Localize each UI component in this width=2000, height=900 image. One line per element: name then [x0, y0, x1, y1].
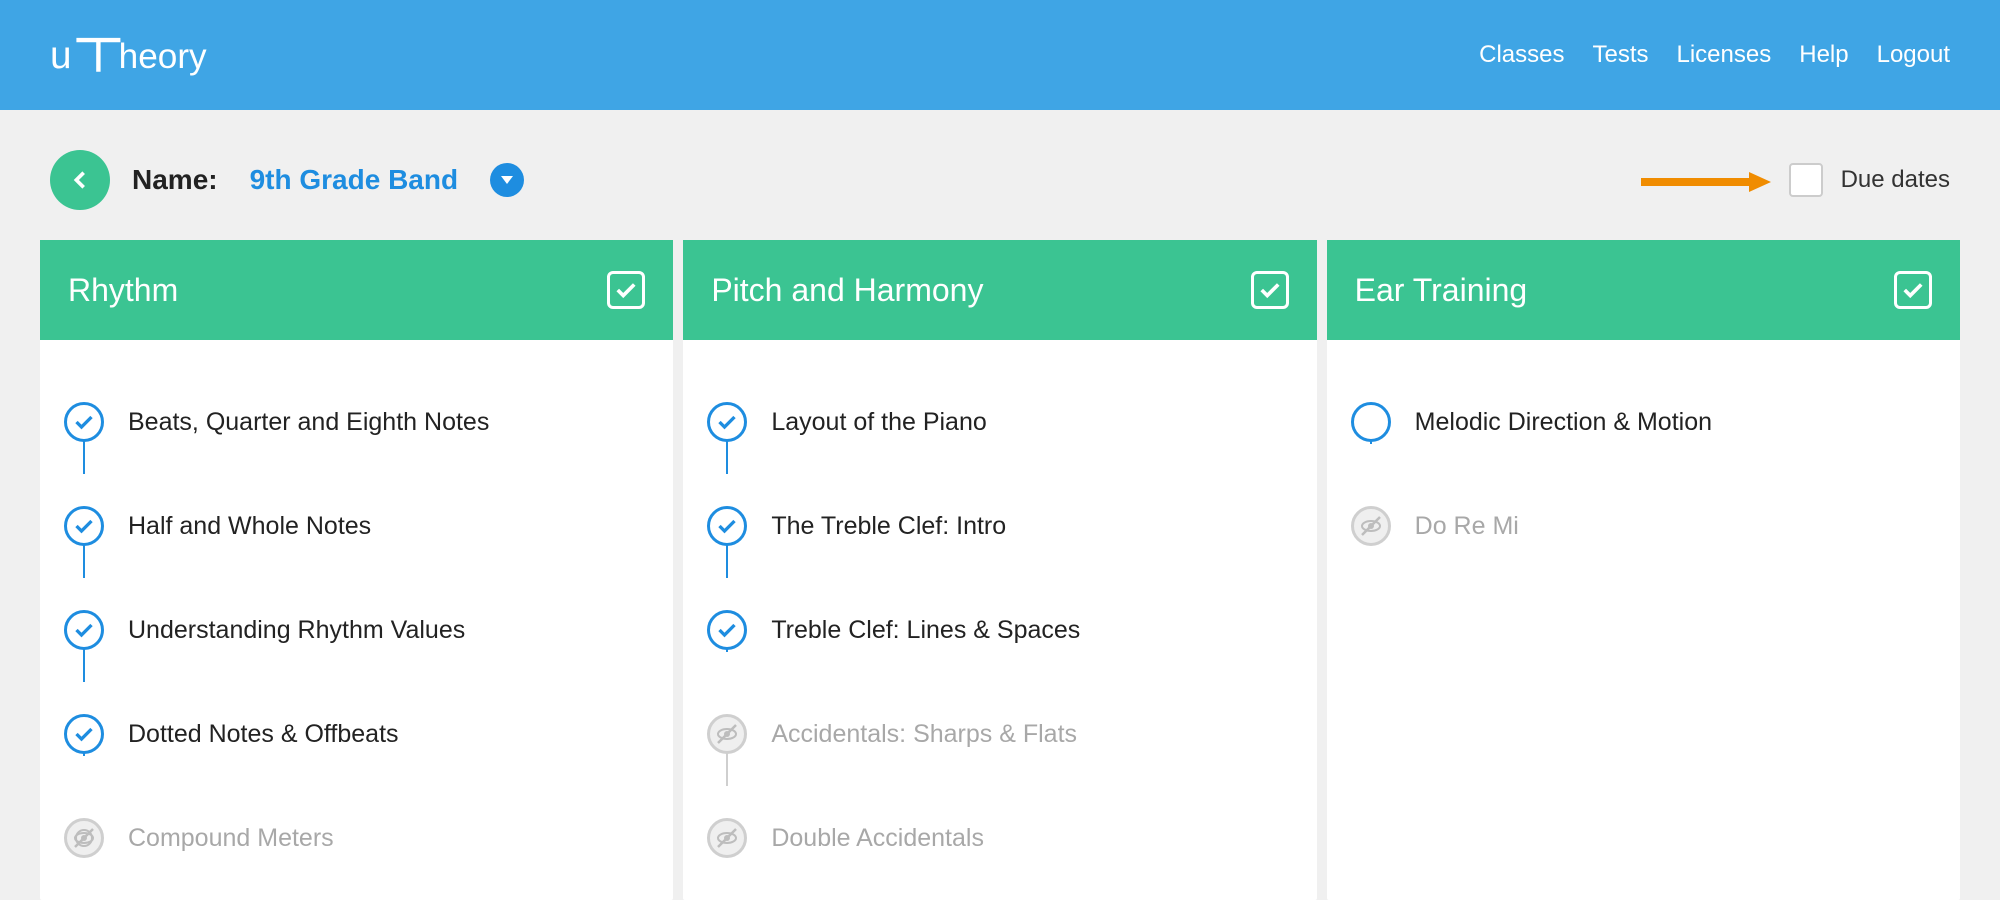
- svg-text:u: u: [50, 34, 72, 77]
- column-header: Pitch and Harmony: [683, 240, 1316, 340]
- column-body: Layout of the Piano The Treble Clef: Int…: [683, 340, 1316, 900]
- nav-classes[interactable]: Classes: [1479, 41, 1564, 69]
- column-check-toggle[interactable]: [607, 271, 645, 309]
- due-dates-checkbox[interactable]: [1789, 163, 1823, 197]
- column-header: Ear Training: [1327, 240, 1960, 340]
- chevron-left-icon: [69, 169, 91, 191]
- status-hidden-icon: [64, 818, 104, 858]
- nav-licenses[interactable]: Licenses: [1677, 41, 1772, 69]
- column-title: Pitch and Harmony: [711, 272, 983, 309]
- subheader-right: Due dates: [1641, 163, 1950, 197]
- check-icon: [615, 281, 637, 299]
- arrow-annotation: [1641, 170, 1771, 190]
- subheader: Name: 9th Grade Band Due dates: [0, 110, 2000, 240]
- lesson-item[interactable]: Half and Whole Notes: [64, 474, 649, 578]
- column-title: Ear Training: [1355, 272, 1528, 309]
- column-check-toggle[interactable]: [1251, 271, 1289, 309]
- status-hidden-icon: [1351, 506, 1391, 546]
- status-checked-icon: [64, 714, 104, 754]
- lesson-label: Compound Meters: [128, 824, 334, 853]
- column-ear-training: Ear Training Melodic Direction & Motion …: [1327, 240, 1960, 900]
- lesson-item[interactable]: Do Re Mi: [1351, 474, 1936, 578]
- lesson-item[interactable]: Melodic Direction & Motion: [1351, 370, 1936, 474]
- column-body: Beats, Quarter and Eighth Notes Half and…: [40, 340, 673, 900]
- lesson-item[interactable]: Layout of the Piano: [707, 370, 1292, 474]
- lesson-label: The Treble Clef: Intro: [771, 512, 1006, 541]
- lesson-item[interactable]: Understanding Rhythm Values: [64, 578, 649, 682]
- subheader-left: Name: 9th Grade Band: [50, 150, 524, 210]
- top-nav: Classes Tests Licenses Help Logout: [1479, 41, 1950, 69]
- logo[interactable]: u heory: [50, 33, 226, 77]
- back-button[interactable]: [50, 150, 110, 210]
- chevron-down-icon: [499, 174, 515, 186]
- lesson-label: Melodic Direction & Motion: [1415, 408, 1712, 437]
- lesson-label: Layout of the Piano: [771, 408, 986, 437]
- column-header: Rhythm: [40, 240, 673, 340]
- status-checked-icon: [64, 610, 104, 650]
- status-hidden-icon: [707, 714, 747, 754]
- lesson-item[interactable]: Double Accidentals: [707, 786, 1292, 890]
- nav-help[interactable]: Help: [1799, 41, 1848, 69]
- lesson-item[interactable]: Compound Meters: [64, 786, 649, 890]
- lesson-item[interactable]: Beats, Quarter and Eighth Notes: [64, 370, 649, 474]
- lesson-label: Do Re Mi: [1415, 512, 1519, 541]
- lesson-label: Accidentals: Sharps & Flats: [771, 720, 1077, 749]
- status-checked-icon: [707, 610, 747, 650]
- columns: Rhythm Beats, Quarter and Eighth Notes H…: [0, 240, 2000, 900]
- lesson-label: Beats, Quarter and Eighth Notes: [128, 408, 489, 437]
- column-pitch-harmony: Pitch and Harmony Layout of the Piano Th…: [683, 240, 1316, 900]
- app-header: u heory Classes Tests Licenses Help Logo…: [0, 0, 2000, 110]
- nav-tests[interactable]: Tests: [1592, 41, 1648, 69]
- class-dropdown-button[interactable]: [490, 163, 524, 197]
- column-body: Melodic Direction & Motion Do Re Mi: [1327, 340, 1960, 588]
- lesson-label: Double Accidentals: [771, 824, 984, 853]
- lesson-item[interactable]: The Treble Clef: Intro: [707, 474, 1292, 578]
- name-label: Name:: [132, 164, 218, 196]
- svg-text:heory: heory: [119, 37, 207, 76]
- nav-logout[interactable]: Logout: [1877, 41, 1950, 69]
- lesson-item[interactable]: Treble Clef: Lines & Spaces: [707, 578, 1292, 682]
- lesson-label: Understanding Rhythm Values: [128, 616, 465, 645]
- check-icon: [1902, 281, 1924, 299]
- status-empty-icon: [1351, 402, 1391, 442]
- check-icon: [1259, 281, 1281, 299]
- logo-icon: u heory: [50, 33, 226, 77]
- class-name[interactable]: 9th Grade Band: [250, 164, 458, 196]
- status-checked-icon: [707, 506, 747, 546]
- lesson-item[interactable]: Accidentals: Sharps & Flats: [707, 682, 1292, 786]
- column-check-toggle[interactable]: [1894, 271, 1932, 309]
- lesson-label: Half and Whole Notes: [128, 512, 371, 541]
- lesson-label: Dotted Notes & Offbeats: [128, 720, 399, 749]
- lesson-label: Treble Clef: Lines & Spaces: [771, 616, 1080, 645]
- status-hidden-icon: [707, 818, 747, 858]
- column-title: Rhythm: [68, 272, 178, 309]
- status-checked-icon: [707, 402, 747, 442]
- status-checked-icon: [64, 506, 104, 546]
- due-dates-label: Due dates: [1841, 166, 1950, 194]
- lesson-item[interactable]: Dotted Notes & Offbeats: [64, 682, 649, 786]
- column-rhythm: Rhythm Beats, Quarter and Eighth Notes H…: [40, 240, 673, 900]
- status-checked-icon: [64, 402, 104, 442]
